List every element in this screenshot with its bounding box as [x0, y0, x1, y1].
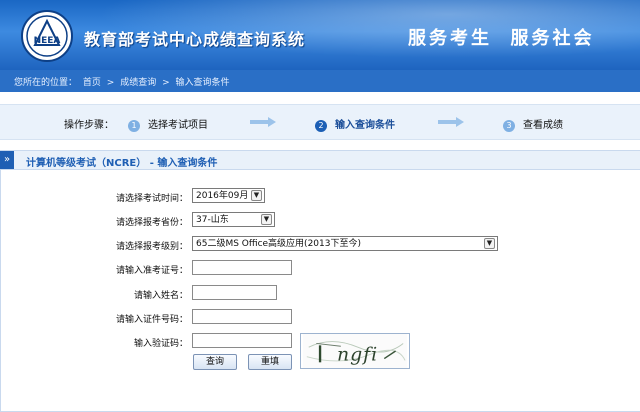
level-label: 请选择报考级别： — [115, 242, 188, 252]
arrow-right-icon — [438, 117, 464, 127]
id-number-label: 请输入证件号码： — [115, 315, 188, 325]
step-number: 1 — [128, 120, 140, 132]
breadcrumb: 您所在的位置： 首页 > 成绩查询 > 输入查询条件 — [14, 75, 233, 88]
province-value: 37-山东 — [196, 215, 229, 225]
exam-time-label: 请选择考试时间： — [115, 194, 188, 204]
breadcrumb-separator: > — [162, 78, 170, 88]
breadcrumb-bar: 您所在的位置： 首页 > 成绩查询 > 输入查询条件 — [0, 70, 640, 92]
exam-time-row: 请选择考试时间： 2016年09月 ▼ — [0, 188, 640, 204]
province-row: 请选择报考省份： 37-山东 ▼ — [0, 212, 640, 228]
id-number-input[interactable] — [192, 309, 292, 324]
captcha-image[interactable]: ngfi — [300, 333, 410, 369]
site-title: 教育部考试中心成绩查询系统 — [84, 30, 306, 49]
site-header: NEEA 教育部考试中心成绩查询系统 服务考生 服务社会 — [0, 0, 640, 70]
step-label: 查看成绩 — [523, 120, 563, 131]
exam-time-select[interactable]: 2016年09月 ▼ — [192, 188, 265, 203]
captcha-label: 输入验证码： — [133, 339, 188, 349]
ticket-input[interactable] — [192, 260, 292, 275]
steps-label: 操作步骤： — [64, 120, 114, 131]
steps-bar: 操作步骤： 1 选择考试项目 2 输入查询条件 3 查看成绩 — [0, 104, 640, 140]
reset-button[interactable]: 重填 — [248, 354, 292, 370]
breadcrumb-current: 输入查询条件 — [175, 78, 230, 88]
breadcrumb-separator: > — [106, 78, 115, 88]
site-slogan: 服务考生 服务社会 — [408, 28, 595, 49]
arrow-right-icon — [250, 117, 276, 127]
section-header: » 计算机等级考试（NCRE） - 输入查询条件 — [0, 150, 640, 170]
breadcrumb-prefix: 您所在的位置： — [14, 78, 78, 88]
breadcrumb-score-query[interactable]: 成绩查询 — [120, 78, 156, 88]
level-value: 65二级MS Office高级应用(2013下至今) — [196, 239, 361, 249]
section-title: 计算机等级考试（NCRE） - 输入查询条件 — [26, 158, 218, 169]
breadcrumb-home[interactable]: 首页 — [83, 78, 101, 88]
level-row: 请选择报考级别： 65二级MS Office高级应用(2013下至今) ▼ — [0, 236, 640, 252]
level-select[interactable]: 65二级MS Office高级应用(2013下至今) ▼ — [192, 236, 498, 251]
logo-text: NEEA — [34, 36, 61, 46]
neea-logo: NEEA — [21, 10, 73, 62]
captcha-text: ngfi — [337, 343, 378, 365]
exam-time-value: 2016年09月 — [196, 191, 249, 201]
name-input[interactable] — [192, 285, 277, 300]
name-label: 请输入姓名： — [133, 291, 188, 301]
step-number: 3 — [503, 120, 515, 132]
name-row: 请输入姓名： — [0, 285, 640, 301]
chevron-down-icon: ▼ — [484, 238, 495, 249]
double-chevron-icon: » — [0, 151, 14, 169]
step-number: 2 — [315, 120, 327, 132]
step-3: 3 查看成绩 — [503, 116, 563, 132]
ticket-row: 请输入准考证号： — [0, 260, 640, 276]
chevron-down-icon: ▼ — [251, 190, 262, 201]
ticket-label: 请输入准考证号： — [115, 266, 188, 276]
id-number-row: 请输入证件号码： — [0, 309, 640, 325]
query-button[interactable]: 查询 — [193, 354, 237, 370]
step-2: 2 输入查询条件 — [315, 116, 395, 132]
province-label: 请选择报考省份： — [115, 218, 188, 228]
captcha-input[interactable] — [192, 333, 292, 348]
step-1: 1 选择考试项目 — [128, 116, 208, 132]
step-label: 输入查询条件 — [335, 120, 395, 131]
province-select[interactable]: 37-山东 ▼ — [192, 212, 275, 227]
step-label: 选择考试项目 — [148, 120, 208, 131]
chevron-down-icon: ▼ — [261, 214, 272, 225]
